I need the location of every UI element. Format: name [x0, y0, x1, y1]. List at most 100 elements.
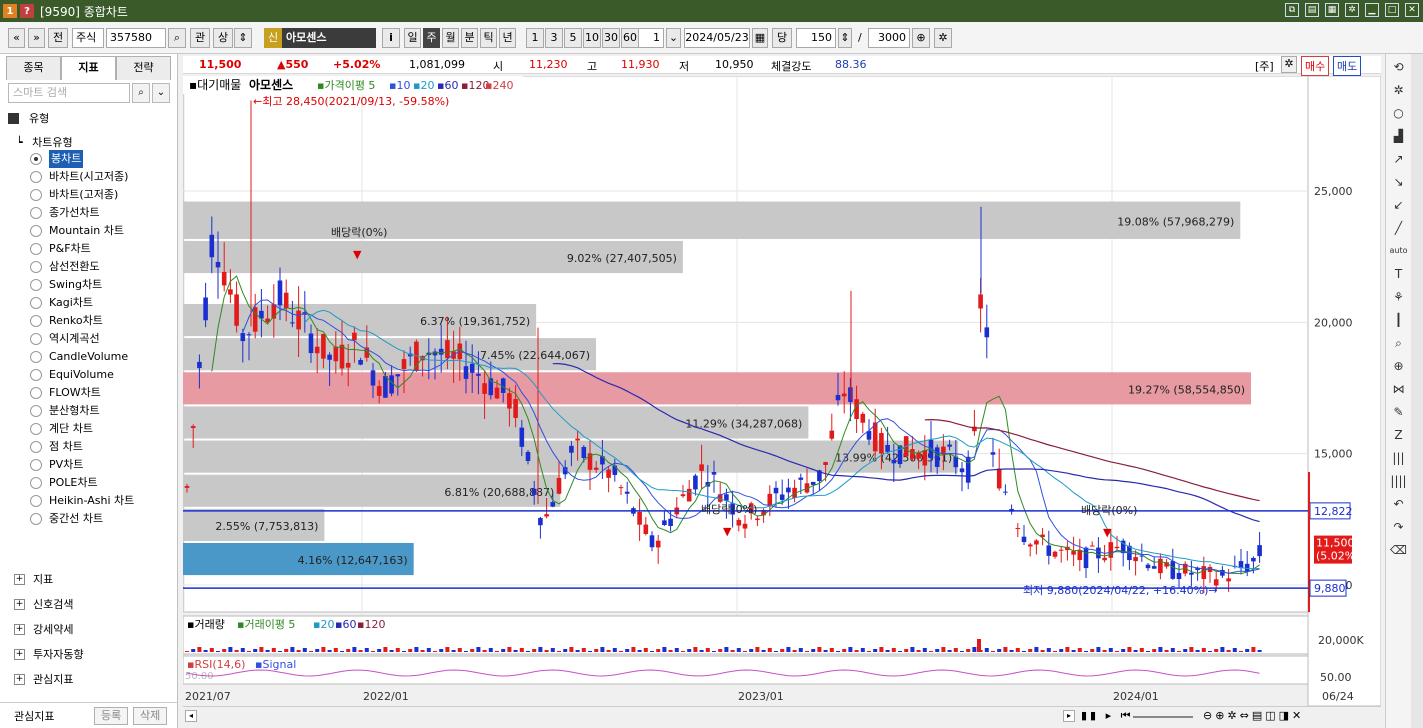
indicator-group[interactable]: + 지표 [14, 570, 53, 588]
pen-icon[interactable]: ✎ [1389, 402, 1409, 422]
line-icon[interactable]: ╱ [1389, 218, 1409, 238]
info-button[interactable]: i [382, 28, 400, 48]
code-input[interactable]: 357580 [106, 28, 166, 48]
chart-type-item[interactable]: 중간선 차트 [30, 510, 103, 528]
magnify-icon[interactable]: ⌕ [1389, 333, 1409, 353]
price-chart[interactable]: 25,00020,00015,00010,00019.08% (57,968,2… [183, 76, 1381, 706]
count-spin-icon[interactable]: ⇕ [838, 28, 852, 48]
indicator-group[interactable]: + 관심지표 [14, 670, 73, 688]
indicator-group[interactable]: + 투자자동향 [14, 645, 84, 663]
auto-icon[interactable]: auto [1389, 241, 1409, 261]
dang-button[interactable]: 당 [772, 28, 792, 48]
indicator-group[interactable]: + 강세약세 [14, 620, 73, 638]
indicator-group[interactable]: + 신호검색 [14, 595, 73, 613]
chart-type-item[interactable]: FLOW차트 [30, 384, 101, 402]
refresh-icon[interactable]: ⟲ [1389, 57, 1409, 77]
chart-type-item[interactable]: Heikin-Ashi 차트 [30, 492, 134, 510]
chart-icon[interactable]: ▟ [1389, 126, 1409, 146]
chart-type-item[interactable]: 삼선전환도 [30, 258, 100, 276]
chevron-down-icon[interactable]: ⌄ [152, 83, 170, 103]
chart-type-item[interactable]: 역시계곡선 [30, 330, 100, 348]
period-button-3[interactable]: 분 [461, 28, 478, 48]
bars-icon[interactable]: ||| [1389, 448, 1409, 468]
text-icon[interactable]: T [1389, 264, 1409, 284]
sell-button[interactable]: 매도 [1333, 56, 1362, 76]
chart-type-item[interactable]: EquiVolume [30, 366, 114, 384]
chart-type-item[interactable]: Renko차트 [30, 312, 103, 330]
zoom-icon[interactable]: ⊕ [912, 28, 930, 48]
minimize-icon[interactable]: ▁ [1365, 3, 1379, 17]
pattern-icon[interactable]: ⋈ [1389, 379, 1409, 399]
circle-icon[interactable]: ○ [1389, 103, 1409, 123]
market-select[interactable]: 주식 [72, 28, 104, 48]
settings-icon[interactable]: ✲ [1345, 3, 1359, 17]
register-button[interactable]: 등록 [94, 707, 129, 725]
left-tab-1[interactable]: 지표 [61, 56, 116, 80]
close-icon[interactable]: ✕ [1405, 3, 1419, 17]
ray-icon[interactable]: ↘ [1389, 172, 1409, 192]
nav-next-button[interactable]: » [28, 28, 45, 48]
buy-button[interactable]: 매수 [1301, 56, 1330, 76]
redo-icon[interactable]: ↷ [1389, 517, 1409, 537]
date-input[interactable]: 2024/05/23 [684, 28, 750, 48]
jeon-button[interactable]: 전 [48, 28, 68, 48]
gear-icon[interactable]: ✲ [934, 28, 952, 48]
scroll-right-icon[interactable]: ▸ [1063, 710, 1075, 722]
fib-icon[interactable]: ⚘ [1389, 287, 1409, 307]
chart-type-item[interactable]: POLE차트 [30, 474, 98, 492]
period-button-0[interactable]: 일 [404, 28, 421, 48]
chart-type-item[interactable]: 분산형차트 [30, 402, 100, 420]
interval-button-60[interactable]: 60 [621, 28, 639, 48]
chart-type-item[interactable]: PV차트 [30, 456, 83, 474]
period-button-1[interactable]: 주 [423, 28, 440, 48]
interval-button-5[interactable]: 5 [564, 28, 582, 48]
gear-icon[interactable]: ✲ [1389, 80, 1409, 100]
chart-type-item[interactable]: CandleVolume [30, 348, 128, 366]
chart-type-item[interactable]: 계단 차트 [30, 420, 93, 438]
search-icon[interactable]: ⌕ [168, 28, 186, 48]
help-icon[interactable]: ? [20, 4, 34, 18]
interval-button-3[interactable]: 3 [545, 28, 563, 48]
chart-type-item[interactable]: 종가선차트 [30, 204, 100, 222]
undo-icon[interactable]: ↶ [1389, 494, 1409, 514]
zoom-controls[interactable]: ⊖⊕✲⇔▤◫◨✕ [1203, 709, 1304, 722]
zigzag-icon[interactable]: Z [1389, 425, 1409, 445]
copy-icon[interactable]: ▤ [1305, 3, 1319, 17]
candle-icon[interactable]: ┃ [1389, 310, 1409, 330]
tree-sub[interactable]: ┕ 차트유형 [16, 134, 73, 150]
count-input[interactable]: 150 [796, 28, 836, 48]
chart-type-item[interactable]: 바차트(시고저종) [30, 168, 128, 186]
nav-prev-button[interactable]: « [8, 28, 25, 48]
horizontal-scrollbar[interactable]: ◂ ▸ ▮▮ ▸ ⏮ ⊖⊕✲⇔▤◫◨✕ [183, 706, 1381, 726]
bars-tall-icon[interactable]: |||| [1389, 471, 1409, 491]
gear-icon[interactable]: ✲ [1281, 56, 1297, 73]
chart-type-item[interactable]: Swing차트 [30, 276, 102, 294]
gwan-button[interactable]: 관 [190, 28, 210, 48]
left-tab-2[interactable]: 전략 [116, 56, 171, 80]
search-input[interactable]: 스마트 검색 [8, 83, 130, 103]
interval-input[interactable]: 1 [636, 28, 664, 48]
maximize-icon[interactable]: □ [1385, 3, 1399, 17]
calendar-icon[interactable]: ▦ [752, 28, 768, 48]
left-tab-0[interactable]: 종목 [6, 56, 61, 80]
period-button-5[interactable]: 년 [499, 28, 516, 48]
sang-button[interactable]: 상 [213, 28, 233, 48]
playback-controls[interactable]: ▮▮ ▸ ⏮ [1081, 709, 1134, 723]
tree-header[interactable]: 유형 [8, 110, 49, 126]
chart-type-item[interactable]: 점 차트 [30, 438, 83, 456]
scroll-left-icon[interactable]: ◂ [185, 710, 197, 722]
delete-button[interactable]: 삭제 [133, 707, 168, 725]
arrow-icon[interactable]: ↙ [1389, 195, 1409, 215]
chevron-down-icon[interactable]: ⌄ [666, 28, 681, 48]
search-icon[interactable]: ⌕ [132, 83, 150, 103]
chart-type-item[interactable]: P&F차트 [30, 240, 91, 258]
eraser-icon[interactable]: ⌫ [1389, 540, 1409, 560]
print-icon[interactable]: ▦ [1325, 3, 1339, 17]
interval-button-30[interactable]: 30 [602, 28, 620, 48]
chart-type-item[interactable]: 봉차트 [30, 150, 84, 168]
total-input[interactable]: 3000 [868, 28, 910, 48]
chart-type-item[interactable]: 바차트(고저종) [30, 186, 118, 204]
speed-slider[interactable] [1133, 716, 1193, 718]
zoom-icon[interactable]: ⊕ [1389, 356, 1409, 376]
interval-button-10[interactable]: 10 [583, 28, 601, 48]
